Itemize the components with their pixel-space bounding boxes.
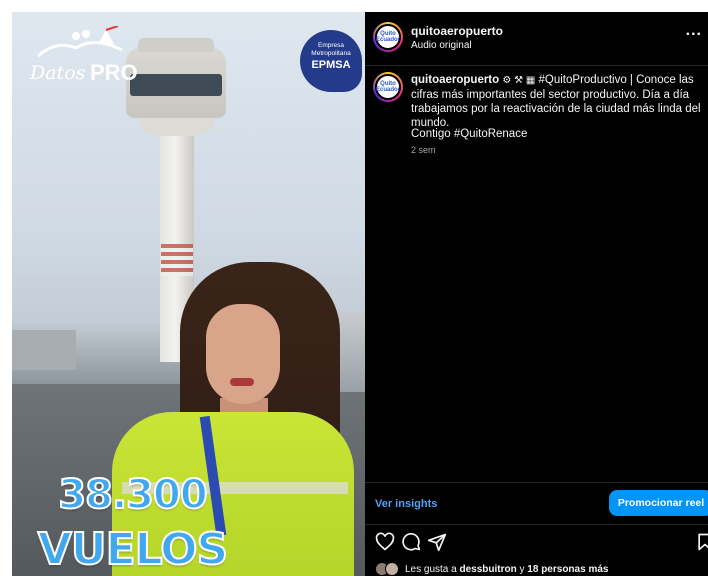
terminal-building bbox=[12, 330, 76, 370]
badge-line-1: Empresa bbox=[317, 42, 344, 49]
send-icon[interactable] bbox=[427, 532, 447, 552]
likes-others[interactable]: 18 personas más bbox=[527, 564, 608, 575]
post-panel: Quito Ecuador quitoaeropuerto Audio orig… bbox=[365, 12, 708, 576]
liker-avatars bbox=[375, 562, 401, 576]
more-options-icon[interactable]: ... bbox=[686, 22, 702, 40]
likes-summary[interactable]: Les gusta a dessbuitron y 18 personas má… bbox=[375, 562, 608, 576]
presenter-lips bbox=[230, 378, 254, 386]
caption-username[interactable]: quitoaeropuerto bbox=[411, 74, 499, 86]
audio-label[interactable]: Audio original bbox=[411, 40, 472, 51]
header-divider bbox=[365, 65, 708, 66]
account-avatar[interactable]: Quito Ecuador bbox=[373, 22, 403, 52]
avatar-text: Quito Ecuador bbox=[376, 31, 401, 43]
caption-emoji-icons: ⚙ ⚒ ▦ bbox=[502, 75, 536, 86]
badge-line-2: Metropolitana bbox=[311, 50, 351, 57]
tower-cab bbox=[126, 38, 226, 118]
tower-roof bbox=[138, 38, 214, 52]
epmsa-badge: Empresa Metropolitana EPMSA bbox=[300, 30, 362, 92]
likes-user[interactable]: dessbuitron bbox=[460, 564, 517, 575]
post-timestamp: 2 sem bbox=[411, 145, 436, 155]
mountains-logo-icon bbox=[37, 26, 123, 58]
header-username[interactable]: quitoaeropuerto bbox=[411, 24, 503, 38]
promote-reel-button[interactable]: Promocionar reel bbox=[609, 490, 708, 516]
caption-hashtag-line[interactable]: Contigo #QuitoRenace bbox=[411, 128, 527, 140]
tower-glass bbox=[130, 74, 222, 96]
likes-prefix: Les gusta a bbox=[405, 563, 457, 575]
actions-divider bbox=[365, 524, 708, 525]
tower-stripes bbox=[161, 244, 193, 276]
heart-icon[interactable] bbox=[375, 532, 395, 552]
likes-mid: y bbox=[519, 563, 525, 575]
reel-video[interactable]: Datos PRO Empresa Metropolitana EPMSA 38… bbox=[12, 12, 365, 576]
caption-avatar[interactable]: Quito Ecuador bbox=[373, 72, 403, 102]
datos-pro-logo: Datos PRO bbox=[26, 26, 138, 90]
comment-icon[interactable] bbox=[401, 532, 421, 552]
badge-line-3: EPMSA bbox=[311, 59, 351, 71]
insights-divider bbox=[365, 482, 708, 483]
post-caption: quitoaeropuerto ⚙ ⚒ ▦ #QuitoProductivo |… bbox=[411, 73, 703, 130]
overlay-number: 38.300 bbox=[57, 471, 208, 519]
caption-avatar-text: Quito Ecuador bbox=[376, 81, 401, 93]
pro-logo-text: PRO bbox=[90, 60, 138, 85]
bookmark-icon[interactable] bbox=[695, 532, 708, 552]
overlay-word: VUELOS bbox=[37, 523, 229, 576]
presenter-face bbox=[206, 304, 280, 404]
view-insights-link[interactable]: Ver insights bbox=[375, 498, 437, 510]
tower-collar bbox=[138, 116, 216, 136]
datos-logo-text: Datos bbox=[30, 62, 86, 84]
